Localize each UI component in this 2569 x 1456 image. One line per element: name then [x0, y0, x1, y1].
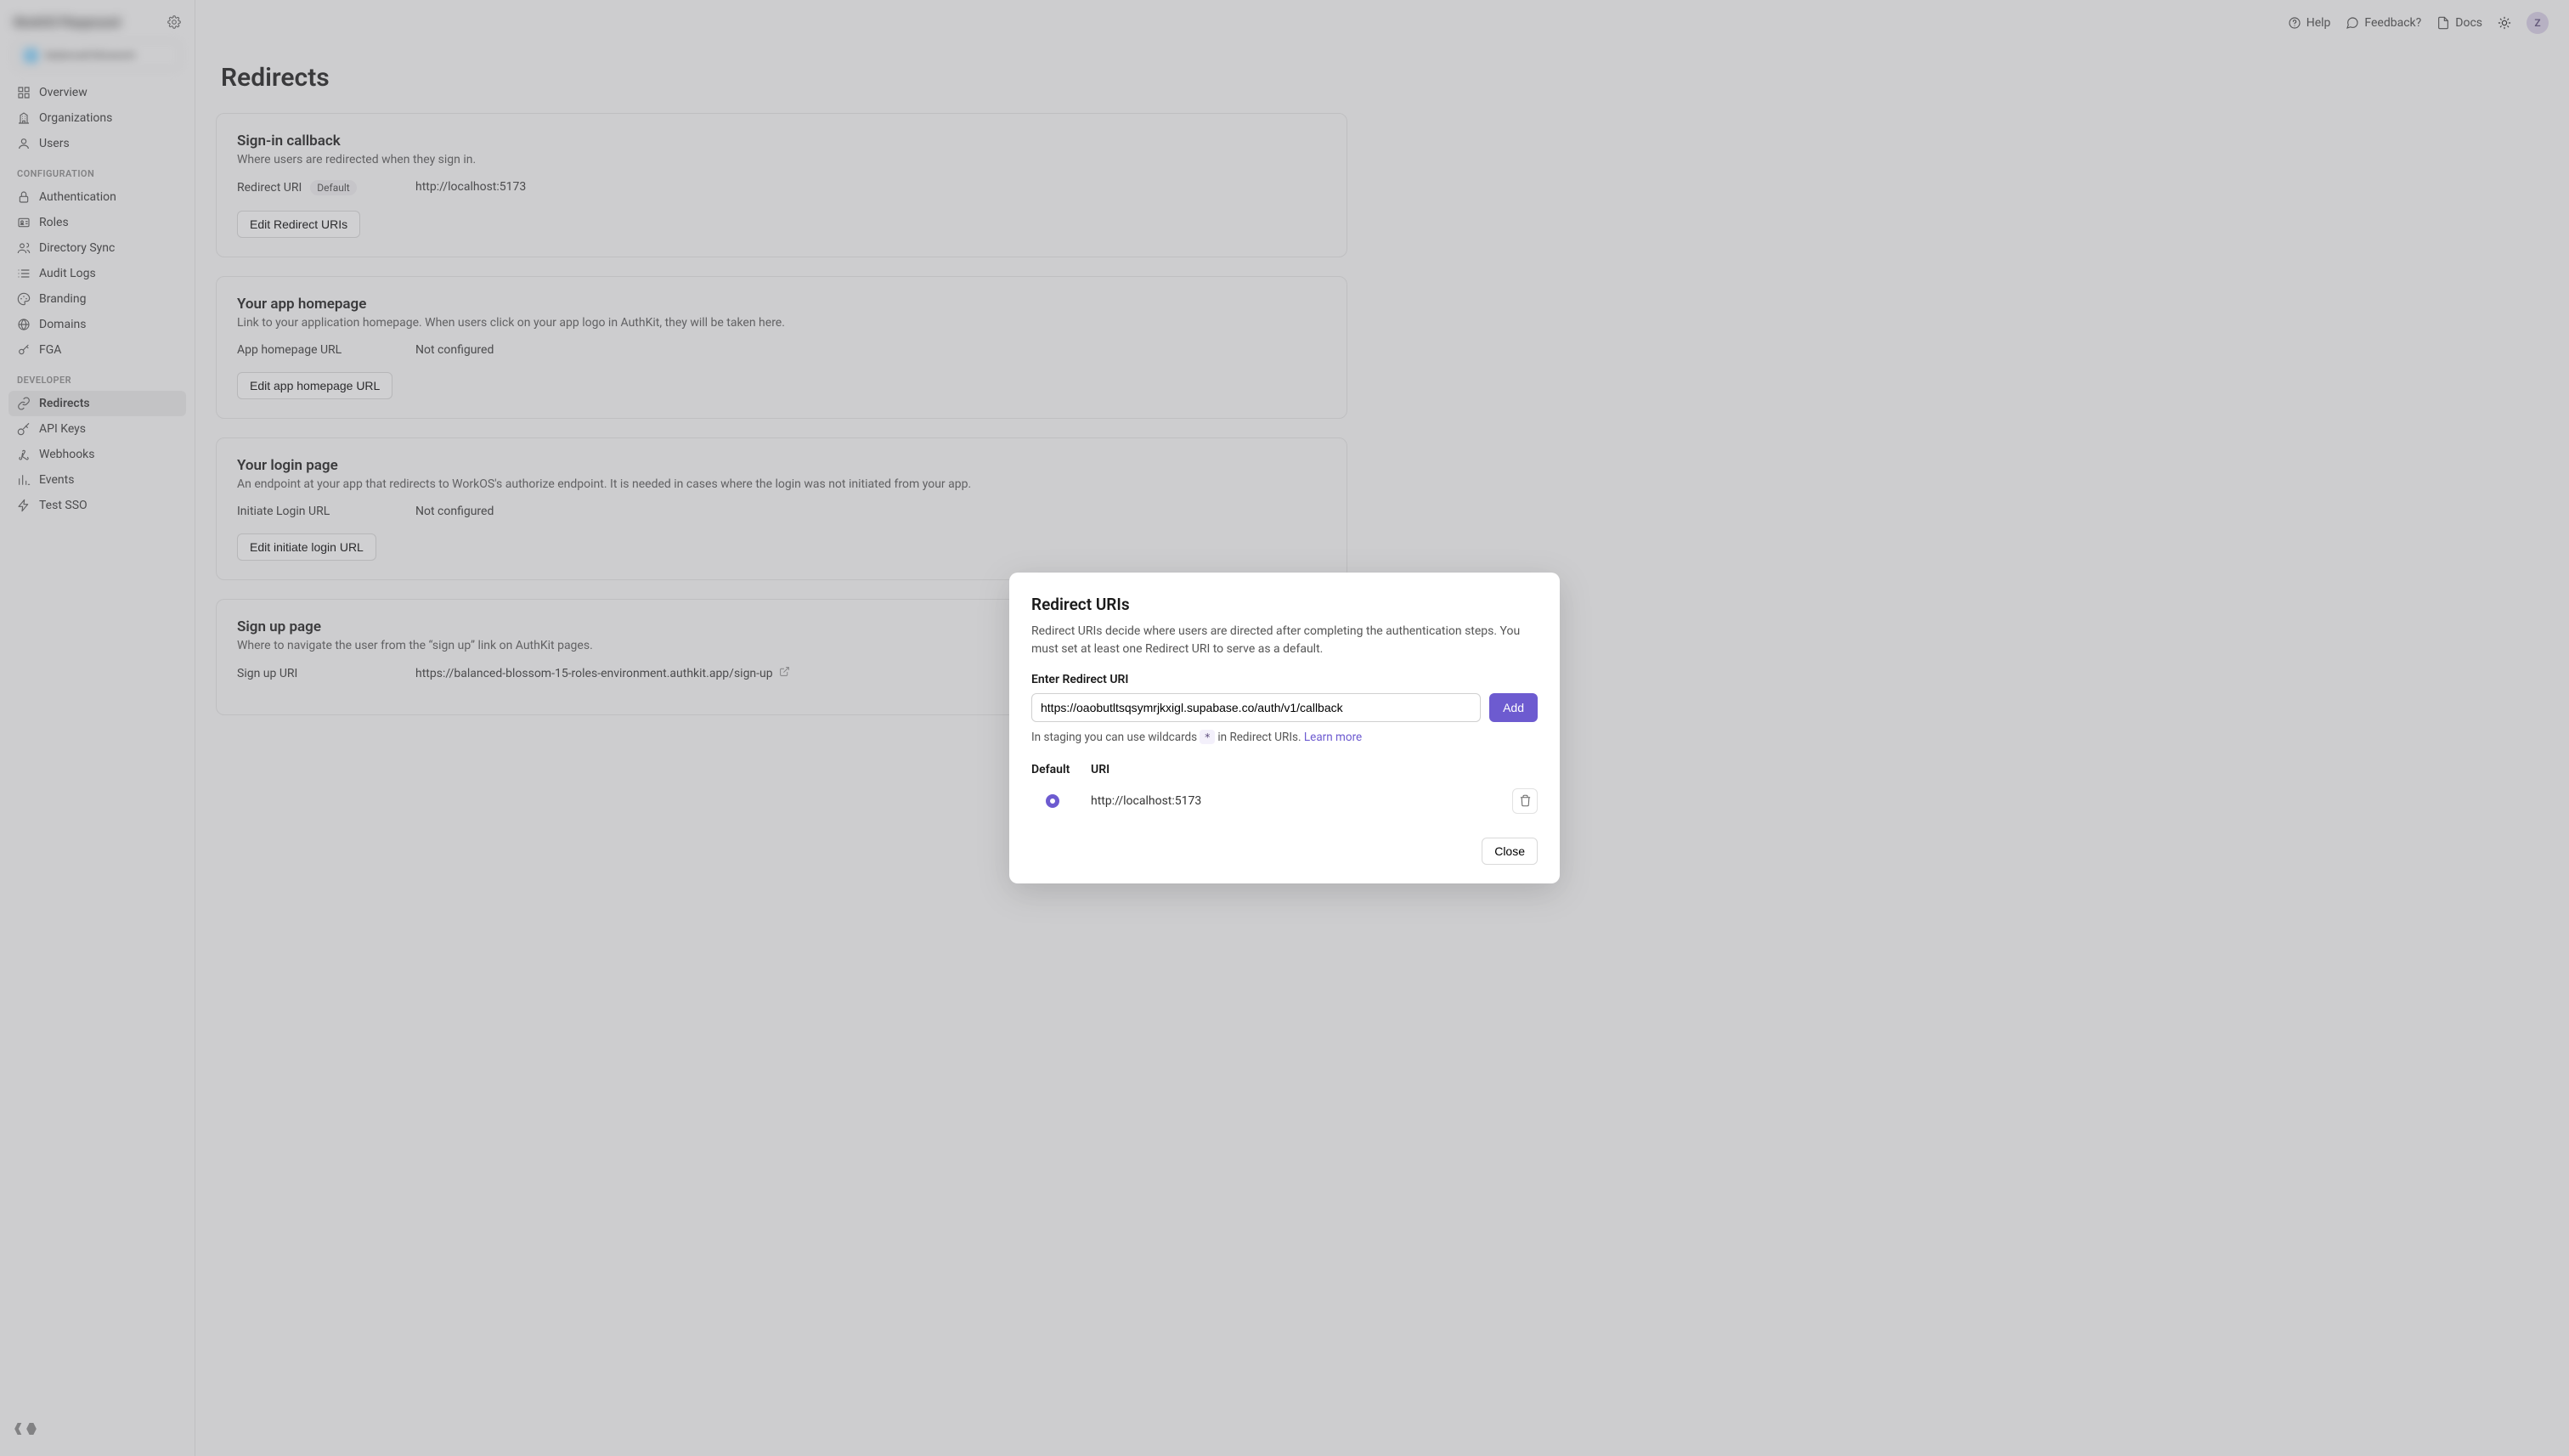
- close-button[interactable]: Close: [1482, 838, 1538, 865]
- uri-table: Default URI http://localhost:5173: [1031, 763, 1538, 817]
- delete-uri-button[interactable]: [1512, 788, 1538, 814]
- modal-desc: Redirect URIs decide where users are dir…: [1031, 623, 1538, 657]
- col-default: Default: [1031, 763, 1074, 776]
- uri-value: http://localhost:5173: [1091, 794, 1495, 808]
- redirect-uri-input[interactable]: [1031, 693, 1481, 722]
- col-uri: URI: [1091, 763, 1109, 776]
- modal-overlay[interactable]: Redirect URIs Redirect URIs decide where…: [0, 0, 2569, 1456]
- modal-title: Redirect URIs: [1031, 595, 1538, 614]
- add-button[interactable]: Add: [1489, 693, 1538, 722]
- trash-icon: [1519, 794, 1532, 807]
- learn-more-link[interactable]: Learn more: [1304, 731, 1362, 744]
- input-label: Enter Redirect URI: [1031, 673, 1538, 686]
- default-radio[interactable]: [1046, 794, 1059, 808]
- wildcard-hint: In staging you can use wildcards * in Re…: [1031, 731, 1538, 744]
- redirect-uris-modal: Redirect URIs Redirect URIs decide where…: [1009, 573, 1560, 883]
- uri-row: http://localhost:5173: [1031, 785, 1538, 817]
